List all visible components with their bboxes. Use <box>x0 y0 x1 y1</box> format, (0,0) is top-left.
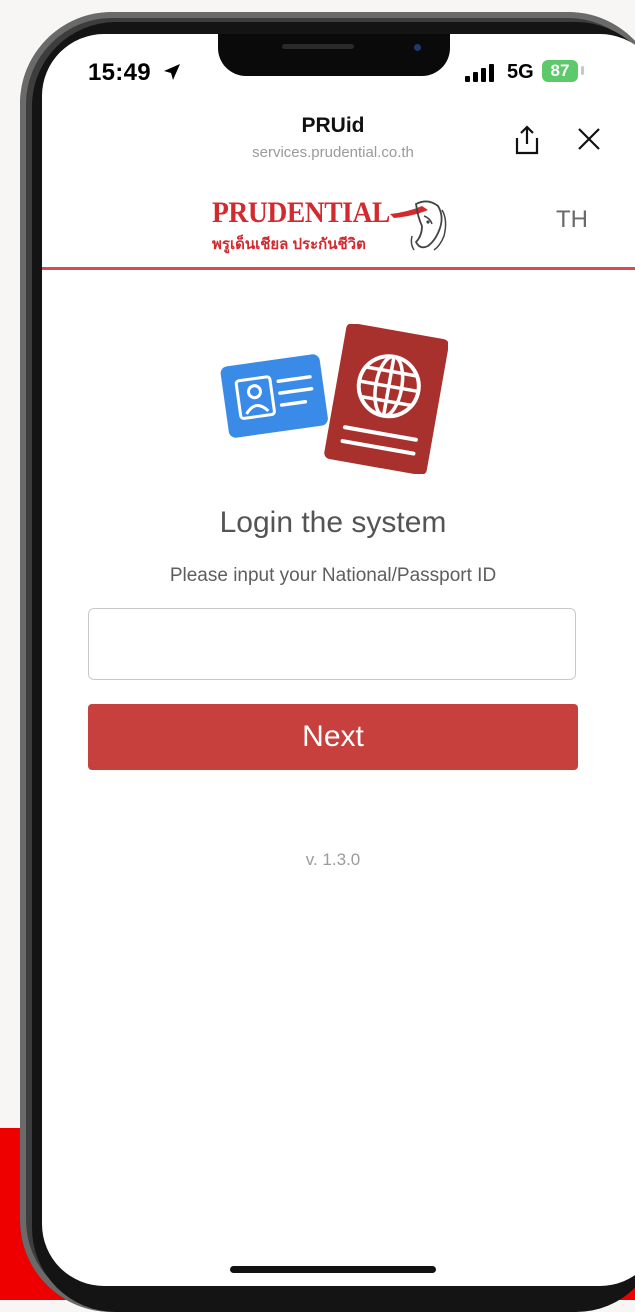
phone-screen: 15:49 5G 87 PRUid services.prudential.co… <box>42 34 635 1286</box>
header-divider <box>42 267 635 270</box>
network-type: 5G <box>507 61 534 83</box>
share-button[interactable] <box>512 124 542 156</box>
next-button[interactable]: Next <box>88 704 578 770</box>
notch <box>218 34 450 76</box>
id-card-icon <box>220 354 328 438</box>
language-toggle[interactable]: TH <box>556 206 588 234</box>
prudential-logo: PRUDENTIAL พรูเด็นเชียล ประกันชีวิต <box>212 194 452 256</box>
passport-icon <box>324 324 448 474</box>
login-heading: Login the system <box>219 506 447 539</box>
location-arrow-icon <box>163 64 180 80</box>
battery-level: 87 <box>542 60 578 82</box>
status-time-text: 15:49 <box>88 59 151 86</box>
national-id-input[interactable] <box>88 608 576 680</box>
close-icon <box>578 128 600 150</box>
prudence-head-icon <box>390 200 447 251</box>
close-button[interactable] <box>574 124 604 154</box>
app-version: v. 1.3.0 <box>305 850 361 869</box>
id-illustration <box>220 324 448 474</box>
front-camera <box>414 44 421 51</box>
logo-thai-subtitle: พรูเด็นเชียล ประกันชีวิต <box>212 236 366 253</box>
login-instruction: Please input your National/Passport ID <box>169 565 497 586</box>
cellular-signal-icon <box>465 64 494 82</box>
battery-tip <box>581 66 584 75</box>
status-time: 15:49 <box>88 59 182 87</box>
speaker-grille <box>282 44 354 49</box>
home-indicator[interactable] <box>230 1266 436 1273</box>
logo-wordmark: PRUDENTIAL <box>212 196 390 229</box>
share-icon <box>515 125 539 155</box>
